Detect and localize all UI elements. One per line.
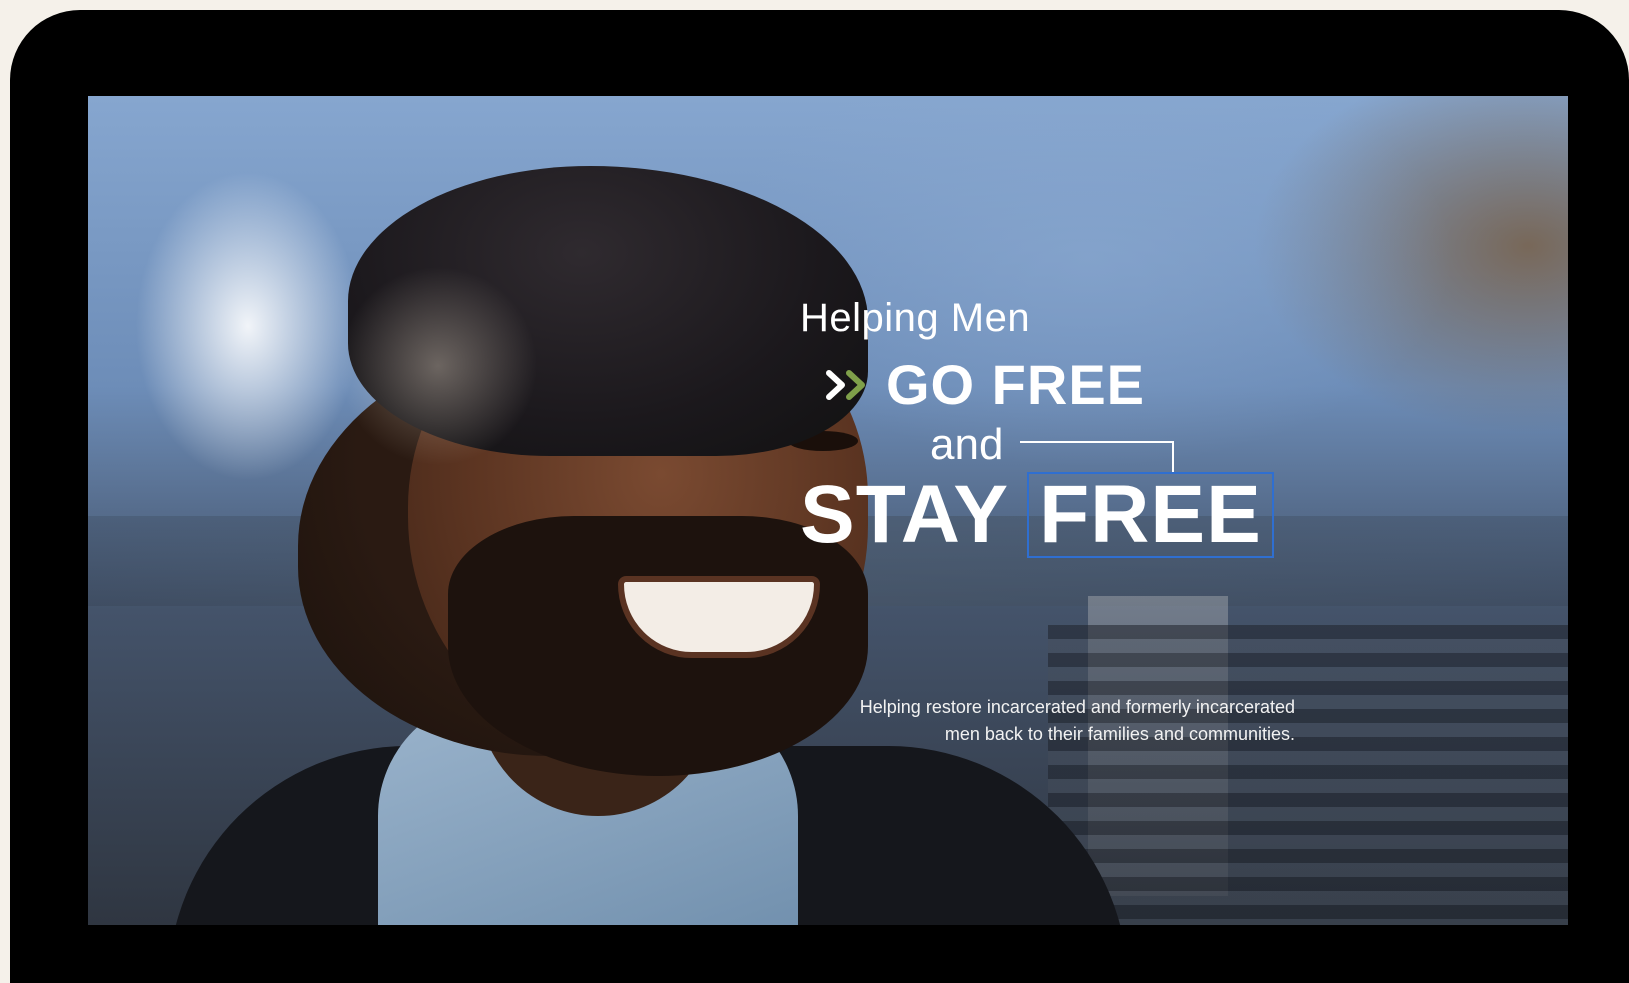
hero-free-boxed: FREE: [1027, 472, 1274, 558]
hero-stay: STAY: [800, 469, 1010, 560]
hero-and: and: [930, 420, 1004, 469]
hero-banner: Helping Men GO FREE and STAY FREE Helpin…: [88, 96, 1568, 925]
hero-go-free-line: GO FREE: [824, 352, 1145, 417]
hero-intro: Helping Men: [800, 296, 1031, 340]
hero-stay-free-line: STAY FREE: [800, 468, 1274, 562]
hero-tagline-line-1: Helping restore incarcerated and formerl…: [859, 697, 1295, 717]
background-stairs: [1048, 625, 1568, 925]
device-frame: Helping Men GO FREE and STAY FREE Helpin…: [10, 10, 1629, 983]
double-chevron-right-icon: [824, 368, 874, 402]
hero-tagline: Helping restore incarcerated and formerl…: [800, 694, 1295, 748]
hero-go-free: GO FREE: [886, 353, 1146, 416]
lens-flare: [338, 266, 538, 466]
hero-tagline-line-2: men back to their families and communiti…: [944, 724, 1295, 744]
